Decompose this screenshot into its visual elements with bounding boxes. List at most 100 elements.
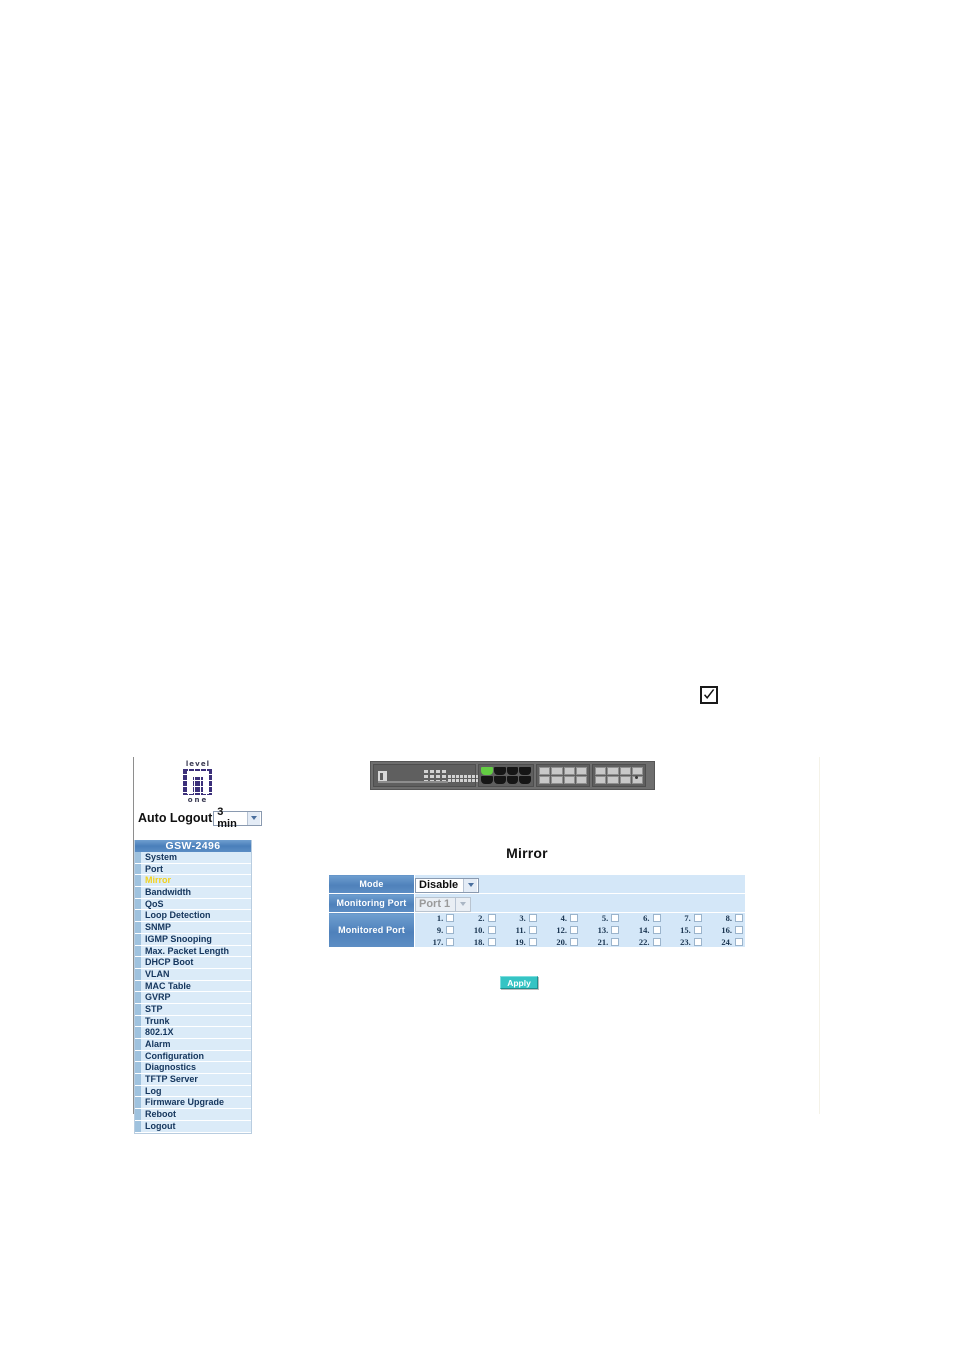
sidebar-item-qos[interactable]: QoS — [135, 898, 251, 911]
monitored-port-checkbox[interactable] — [652, 926, 661, 934]
main-content: Mirror Mode Disable Monitoring Port Port… — [262, 757, 819, 1114]
sidebar: level one Auto Logout 3 min GSW-2496 Sys… — [134, 757, 262, 1134]
sidebar-model-title: GSW-2496 — [135, 840, 251, 852]
monitored-port-checkbox[interactable] — [693, 926, 702, 934]
monitored-port-number: 12. — [556, 925, 567, 935]
chevron-down-icon — [455, 897, 469, 911]
monitored-port-checkbox[interactable] — [735, 938, 743, 946]
monitoring-port-field-cell: Port 1 — [414, 893, 746, 913]
monitoring-port-label: Monitoring Port — [328, 893, 415, 913]
sidebar-item-stp[interactable]: STP — [135, 1003, 251, 1016]
monitored-port-item: 22. — [621, 937, 662, 947]
monitored-port-checkbox[interactable] — [735, 926, 743, 934]
monitored-port-number: 20. — [556, 937, 567, 947]
monitored-port-item: 1. — [415, 913, 456, 923]
logo-top-word: level — [185, 760, 211, 768]
monitoring-port-select-value: Port 1 — [419, 898, 451, 910]
monitored-port-checkbox[interactable] — [528, 938, 537, 946]
sidebar-item-igmp-snooping[interactable]: IGMP Snooping — [135, 933, 251, 946]
sidebar-item-gvrp[interactable]: GVRP — [135, 992, 251, 1004]
sidebar-item-vlan[interactable]: VLAN — [135, 968, 251, 981]
monitored-port-cell: 1. 2. 3. 4. 5. 6. 7. 8. 9. 10. 11. 12. 13. 14. 15. 16. 1… — [414, 912, 746, 948]
monitored-port-item: 10. — [456, 925, 497, 935]
monitored-port-item: 7. — [663, 913, 704, 923]
sidebar-item-port[interactable]: Port — [135, 863, 251, 876]
monitored-port-checkbox[interactable] — [446, 938, 455, 946]
monitored-port-checkbox[interactable] — [611, 914, 620, 922]
monitored-port-number: 24. — [721, 937, 732, 947]
sidebar-item-max-packet-length[interactable]: Max. Packet Length — [135, 945, 251, 958]
monitored-port-item: 16. — [704, 925, 745, 935]
sidebar-item-802-1x[interactable]: 802.1X — [135, 1027, 251, 1039]
sidebar-item-system[interactable]: System — [135, 852, 251, 864]
auto-logout-row: Auto Logout 3 min — [134, 806, 262, 830]
sidebar-item-alarm[interactable]: Alarm — [135, 1039, 251, 1051]
monitored-port-number: 4. — [560, 913, 567, 923]
monitored-port-number: 2. — [478, 913, 485, 923]
monitored-port-number: 14. — [638, 925, 650, 935]
sidebar-item-mac-table[interactable]: MAC Table — [135, 980, 251, 993]
apply-button[interactable]: Apply — [500, 976, 538, 989]
sidebar-item-mirror[interactable]: Mirror — [135, 875, 251, 888]
sidebar-item-trunk[interactable]: Trunk — [135, 1015, 251, 1028]
device-led-grid-secondary — [448, 775, 479, 782]
sidebar-item-bandwidth[interactable]: Bandwidth — [135, 887, 251, 899]
mode-label: Mode — [328, 874, 415, 894]
mode-field-cell: Disable — [414, 874, 746, 894]
monitored-port-label: Monitored Port — [328, 912, 415, 948]
monitored-port-item: 11. — [498, 925, 539, 935]
monitored-port-checkbox[interactable] — [570, 926, 578, 934]
monitored-port-checkbox[interactable] — [487, 926, 496, 934]
monitored-port-checkbox[interactable] — [570, 938, 578, 946]
monitored-port-checkbox[interactable] — [652, 938, 661, 946]
monitored-port-checkbox[interactable] — [528, 926, 537, 934]
logo-n-glyph — [187, 771, 209, 794]
device-sfp-group-1 — [536, 764, 590, 787]
switch-front-panel-image — [370, 761, 655, 790]
auto-logout-select[interactable]: 3 min — [213, 806, 262, 830]
sidebar-item-diagnostics[interactable]: Diagnostics — [135, 1062, 251, 1075]
sidebar-item-firmware-upgrade[interactable]: Firmware Upgrade — [135, 1097, 251, 1110]
levelone-logo: level one — [134, 760, 262, 808]
page-title: Mirror — [506, 845, 548, 861]
sidebar-item-log[interactable]: Log — [135, 1085, 251, 1098]
sidebar-item-reboot[interactable]: Reboot — [135, 1109, 251, 1121]
monitored-port-checkbox[interactable] — [446, 926, 455, 934]
monitored-port-item: 4. — [539, 913, 580, 923]
monitored-port-item: 17. — [415, 937, 456, 947]
monitored-port-checkbox[interactable] — [487, 938, 496, 946]
monitored-port-checkbox[interactable] — [570, 914, 578, 922]
device-led-panel — [373, 764, 479, 787]
monitored-port-checkbox[interactable] — [446, 914, 455, 922]
sidebar-item-dhcp-boot[interactable]: DHCP Boot — [135, 957, 251, 969]
monitored-port-number: 17. — [432, 937, 444, 947]
monitored-port-number: 22. — [638, 937, 650, 947]
mode-select[interactable]: Disable — [415, 877, 479, 893]
monitored-port-checkbox[interactable] — [693, 938, 702, 946]
monitored-port-checkbox[interactable] — [528, 914, 537, 922]
sidebar-item-configuration[interactable]: Configuration — [135, 1050, 251, 1063]
monitored-port-checkbox[interactable] — [735, 914, 743, 922]
sidebar-item-loop-detection[interactable]: Loop Detection — [135, 910, 251, 923]
device-rj45-ports — [478, 764, 534, 787]
monitored-port-checkbox[interactable] — [487, 914, 496, 922]
monitored-port-item: 14. — [621, 925, 662, 935]
monitored-port-checkbox[interactable] — [693, 914, 702, 922]
monitored-port-checkbox[interactable] — [652, 914, 661, 922]
monitored-port-item: 23. — [663, 937, 704, 947]
monitoring-port-select[interactable]: Port 1 — [415, 896, 471, 912]
monitored-port-number: 16. — [721, 925, 732, 935]
monitored-port-item: 3. — [498, 913, 539, 923]
device-logo-icon — [378, 770, 387, 781]
monitored-port-checkbox[interactable] — [611, 926, 620, 934]
monitored-port-item: 12. — [539, 925, 580, 935]
sidebar-item-logout[interactable]: Logout — [135, 1120, 251, 1133]
checked-checkbox-icon — [700, 686, 718, 704]
monitored-port-number: 3. — [519, 913, 526, 923]
sidebar-item-snmp[interactable]: SNMP — [135, 922, 251, 934]
monitored-port-number: 23. — [680, 937, 691, 947]
monitored-port-number: 15. — [680, 925, 691, 935]
monitoring-port-row: Monitoring Port Port 1 — [328, 893, 746, 913]
monitored-port-checkbox[interactable] — [611, 938, 620, 946]
sidebar-item-tftp-server[interactable]: TFTP Server — [135, 1074, 251, 1086]
